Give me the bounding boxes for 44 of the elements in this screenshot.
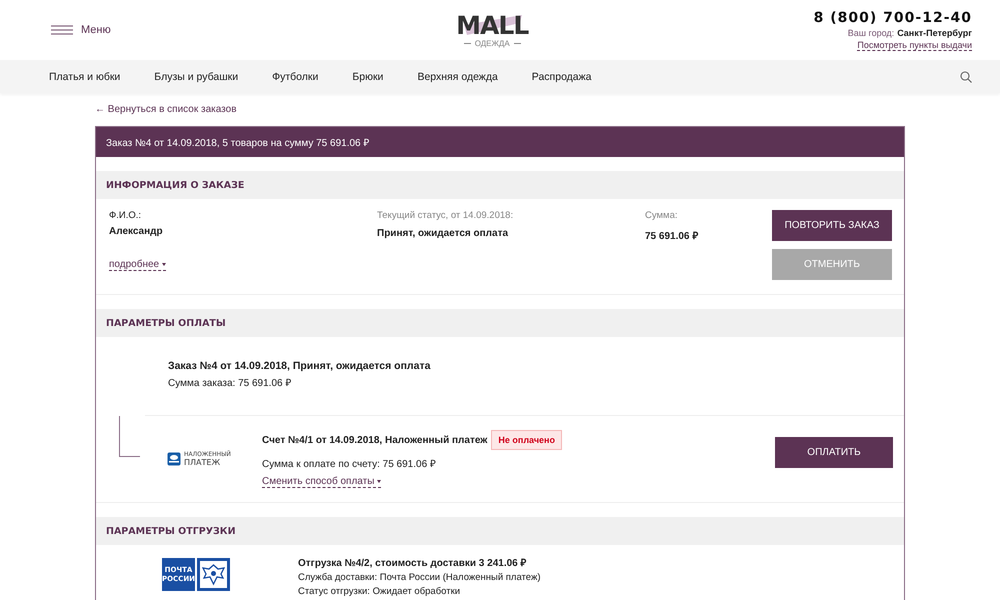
back-to-orders-link[interactable]: ← Вернуться в список заказов (95, 104, 237, 115)
nav-link[interactable]: Футболки (272, 70, 318, 82)
phone-number: 8 (800) 700-12-40 (814, 10, 972, 26)
logo-subtitle: ОДЕЖДА (474, 38, 510, 48)
caret-icon (377, 480, 382, 483)
customer-name: Александр (109, 226, 164, 237)
nav-link[interactable]: Распродажа (532, 70, 592, 82)
dash-icon (464, 42, 471, 44)
menu-button[interactable]: Меню (51, 24, 111, 36)
order-total: Сумма заказа: 75 691.06 ₽ (168, 378, 292, 389)
city-link[interactable]: Санкт-Петербург (897, 28, 972, 38)
nav-link[interactable]: Брюки (352, 70, 384, 82)
order-sum: 75 691.06 ₽ (645, 230, 700, 242)
nav-link[interactable]: Блузы и рубашки (154, 70, 238, 82)
section-heading: ПАРАМЕТРЫ ОПЛАТЫ (96, 309, 904, 337)
shipment-status: Статус отгрузки: Ожидает обработки (298, 586, 462, 598)
name-label: Ф.И.О.: (109, 210, 142, 221)
search-icon[interactable] (960, 70, 972, 82)
delivery-service: Служба доставки: Почта России (Наложенный платеж) (298, 572, 540, 584)
payment-status-badge: Не оплачено (491, 430, 562, 450)
shipment-title: Отгрузка №4/2, стоимость доставки 3 241.06 ₽ (298, 558, 528, 570)
section-heading: ИНФОРМАЦИЯ О ЗАКАЗЕ (96, 171, 904, 199)
bracket-line (119, 416, 140, 457)
invoice-title: Счет №4/1 от 14.09.2018, Наложенный платеж (262, 434, 488, 446)
pay-button[interactable]: ОПЛАТИТЬ (775, 436, 893, 468)
status-label: Текущий статус, от 14.09.2018: (377, 210, 514, 221)
sum-label: Сумма: (645, 210, 678, 221)
order-title-bar: Заказ №4 от 14.09.2018, 5 товаров на сумму 75 691.06 ₽ (96, 127, 904, 157)
dash-icon (514, 42, 521, 44)
logo-title[interactable]: MALL (456, 12, 528, 38)
order-status: Принят, ожидается оплата (377, 228, 510, 239)
repeat-order-button[interactable]: ПОВТОРИТЬ ЗАКАЗ (772, 210, 892, 241)
nav-link[interactable]: Верхняя одежда (417, 70, 498, 82)
details-link[interactable]: подробнее (109, 259, 166, 271)
pickup-points-link[interactable]: Посмотреть пункты выдачи (857, 40, 972, 50)
caret-icon (162, 263, 166, 266)
payment-summary-title: Заказ №4 от 14.09.2018, Принят, ожидается оплата (168, 360, 432, 372)
nav-link[interactable]: Платья и юбки (49, 70, 120, 82)
logo-text: ПЛАТЕЖ (184, 458, 222, 467)
section-heading: ПАРАМЕТРЫ ОТГРУЗКИ (96, 517, 904, 545)
hamburger-icon (51, 25, 73, 35)
invoice-amount: Сумма к оплате по счету: 75 691.06 ₽ (262, 458, 437, 470)
city-label: Ваш город: (848, 28, 894, 38)
change-payment-link[interactable]: Сменить способ оплаты (262, 476, 382, 488)
